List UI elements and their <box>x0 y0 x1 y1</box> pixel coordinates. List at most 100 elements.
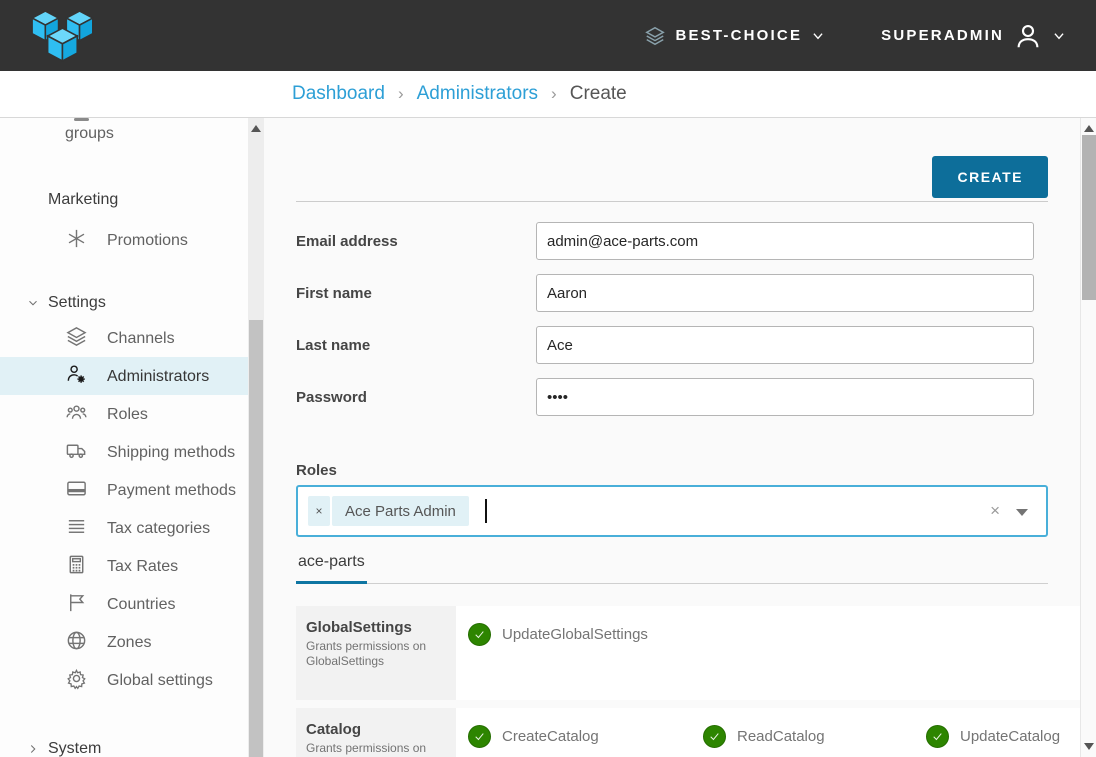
permissions-table: GlobalSettings Grants permissions on Glo… <box>296 606 1048 757</box>
nav-label: Payment methods <box>107 482 236 499</box>
roles-multiselect[interactable]: × Ace Parts Admin × <box>296 485 1048 537</box>
breadcrumb: Dashboard › Administrators › Create <box>0 71 1096 118</box>
first-name-field[interactable] <box>536 274 1034 312</box>
permission-group-title: Catalog <box>306 721 446 738</box>
section-label: Settings <box>48 294 106 311</box>
sidebar-item-global-settings[interactable]: Global settings <box>0 661 248 699</box>
nav-label: Channels <box>107 330 175 347</box>
permission-row-globalsettings: GlobalSettings Grants permissions on Glo… <box>296 606 1048 700</box>
flag-icon <box>65 591 88 614</box>
permission-group-title: GlobalSettings <box>306 619 446 636</box>
scroll-up-icon[interactable] <box>1084 125 1094 132</box>
password-field[interactable] <box>536 378 1034 416</box>
section-system[interactable]: System <box>0 739 248 757</box>
checked-toggle-icon[interactable] <box>703 725 726 748</box>
breadcrumb-separator: › <box>398 84 404 104</box>
section-marketing[interactable]: Marketing <box>0 190 248 210</box>
nav-label: Global settings <box>107 672 213 689</box>
permission-row-catalog: Catalog Grants permissions on Products, … <box>296 708 1048 757</box>
role-chip: × Ace Parts Admin <box>308 496 469 526</box>
sidebar-item-zones[interactable]: Zones <box>0 623 248 661</box>
permission-group-cell: GlobalSettings Grants permissions on Glo… <box>296 606 456 700</box>
email-field[interactable] <box>536 222 1034 260</box>
main-scrollbar[interactable] <box>1080 118 1096 757</box>
tab-ace-parts[interactable]: ace-parts <box>296 553 367 584</box>
sidebar-item-tax-rates[interactable]: Tax Rates <box>0 547 248 585</box>
create-button[interactable]: CREATE <box>932 156 1048 198</box>
sidebar-item-countries[interactable]: Countries <box>0 585 248 623</box>
sidebar-item-administrators[interactable]: Administrators <box>0 357 248 395</box>
text-caret <box>485 499 487 523</box>
last-name-label: Last name <box>296 337 536 354</box>
sidebar-item-payment-methods[interactable]: Payment methods <box>0 471 248 509</box>
administrator-icon <box>65 363 88 386</box>
breadcrumb-current: Create <box>570 83 627 105</box>
checked-toggle-icon[interactable] <box>926 725 949 748</box>
sidebar-scrollbar-thumb[interactable] <box>249 320 263 757</box>
truck-icon <box>65 439 88 462</box>
tab-baseline <box>296 583 1048 584</box>
remove-role-icon[interactable]: × <box>308 496 330 526</box>
sidebar-item-tax-categories[interactable]: Tax categories <box>0 509 248 547</box>
form-row-last-name: Last name <box>296 326 1048 364</box>
clear-selection-icon[interactable]: × <box>990 501 1000 521</box>
nav-label: Tax categories <box>107 520 210 537</box>
form-row-first-name: First name <box>296 274 1048 312</box>
vendure-logo-icon <box>26 8 102 64</box>
nav-label: Promotions <box>107 232 188 249</box>
permission-label: UpdateGlobalSettings <box>502 626 648 643</box>
user-icon <box>1013 21 1043 51</box>
main-scrollbar-thumb[interactable] <box>1082 135 1096 300</box>
chevron-down-icon <box>26 296 40 310</box>
username: SUPERADMIN <box>881 27 1004 44</box>
form-row-email: Email address <box>296 222 1048 260</box>
section-label: System <box>48 740 101 757</box>
user-menu[interactable]: SUPERADMIN <box>881 21 1066 51</box>
nav-label: Tax Rates <box>107 558 178 575</box>
checked-toggle-icon[interactable] <box>468 725 491 748</box>
sidebar-nav: groups Marketing Promotions Settings Cha… <box>0 118 248 757</box>
asterisk-icon <box>65 227 88 250</box>
permission-group-cell: Catalog Grants permissions on Products, … <box>296 708 456 757</box>
permission-label: ReadCatalog <box>737 728 825 745</box>
permission-update-catalog: UpdateCatalog <box>926 725 1080 748</box>
sidebar-item-channels[interactable]: Channels <box>0 319 248 357</box>
breadcrumb-separator: › <box>551 84 557 104</box>
scroll-down-icon[interactable] <box>1084 743 1094 750</box>
clipped-icon <box>74 118 89 121</box>
list-icon <box>65 515 88 538</box>
sidebar-item-shipping-methods[interactable]: Shipping methods <box>0 433 248 471</box>
password-label: Password <box>296 389 536 406</box>
permission-create-catalog: CreateCatalog <box>468 725 703 748</box>
channel-name: BEST-CHOICE <box>675 27 802 44</box>
permission-label: CreateCatalog <box>502 728 599 745</box>
permission-update-globalsettings: UpdateGlobalSettings <box>468 623 703 646</box>
first-name-label: First name <box>296 285 536 302</box>
channel-switcher[interactable]: BEST-CHOICE <box>644 25 825 47</box>
breadcrumb-administrators[interactable]: Administrators <box>417 83 538 105</box>
section-label: Marketing <box>48 191 118 208</box>
checked-toggle-icon[interactable] <box>468 623 491 646</box>
permission-items-cell: UpdateGlobalSettings <box>456 606 1080 700</box>
last-name-field[interactable] <box>536 326 1034 364</box>
users-icon <box>65 401 88 424</box>
permission-items-cell: CreateCatalog ReadCatalog UpdateCatalog <box>456 708 1080 757</box>
form-row-password: Password <box>296 378 1048 416</box>
sidebar-scrollbar[interactable] <box>248 118 264 757</box>
permission-read-catalog: ReadCatalog <box>703 725 926 748</box>
sidebar-item-customer-groups-clipped[interactable]: groups <box>0 122 248 146</box>
roles-label: Roles <box>296 462 1048 479</box>
dropdown-arrow-icon[interactable] <box>1016 509 1028 516</box>
nav-label: Administrators <box>107 368 209 385</box>
breadcrumb-dashboard[interactable]: Dashboard <box>292 83 385 105</box>
chevron-right-icon <box>26 742 40 756</box>
nav-label: Roles <box>107 406 148 423</box>
gear-icon <box>65 667 88 690</box>
channel-tabs: ace-parts <box>296 553 1048 584</box>
section-settings[interactable]: Settings <box>0 293 248 313</box>
globe-icon <box>65 629 88 652</box>
channel-layers-icon <box>644 25 666 47</box>
scroll-up-icon[interactable] <box>251 125 261 132</box>
sidebar-item-promotions[interactable]: Promotions <box>0 221 248 259</box>
sidebar-item-roles[interactable]: Roles <box>0 395 248 433</box>
